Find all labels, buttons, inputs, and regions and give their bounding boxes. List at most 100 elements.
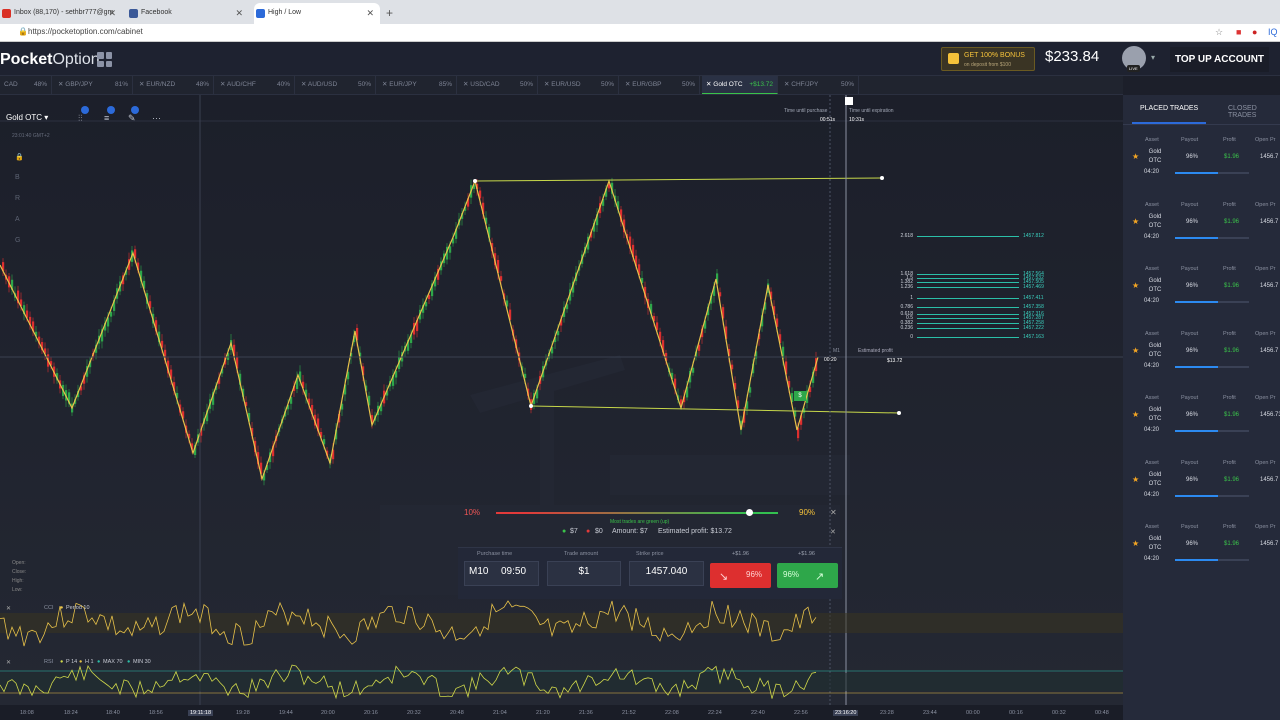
side-tool-g[interactable]: G (15, 237, 20, 244)
close-icon[interactable]: ✕ (366, 8, 374, 19)
logo-thin: Option (52, 51, 100, 68)
fib-line[interactable] (917, 314, 1019, 315)
drawing-tools-icon[interactable]: ✎ (128, 106, 139, 124)
star-icon[interactable]: ☆ (1215, 27, 1223, 38)
purchase-time-field[interactable]: M10 09:50 (464, 561, 539, 586)
fib-line[interactable] (917, 328, 1019, 329)
top-up-button[interactable]: TOP UP ACCOUNT (1170, 47, 1269, 72)
fib-line[interactable] (917, 282, 1019, 283)
url-text[interactable]: https://pocketoption.com/cabinet (28, 27, 143, 36)
asset-tab-active[interactable]: ✕ Gold OTC +$13.72 (702, 76, 778, 94)
star-icon[interactable]: ★ (1132, 410, 1139, 419)
placed-trade-row[interactable]: Asset Payout Profit Open Pr ★ Gold OTC 04:20 96… (1123, 264, 1280, 328)
arrow-up-icon: ↗ (815, 571, 825, 583)
asset-tab[interactable]: ✕ AUD/USD 50% (297, 76, 376, 94)
extension-icon[interactable]: ■ (1236, 27, 1241, 37)
grid-menu-icon[interactable] (97, 52, 112, 67)
browser-tab-title: Inbox (88,170) - sethbr777@gm (14, 9, 114, 16)
buy-up-button[interactable]: 96% ↗ (777, 563, 838, 588)
fib-line[interactable] (917, 287, 1019, 288)
fib-line[interactable] (917, 236, 1019, 237)
trade-progress-fill (1175, 172, 1218, 174)
bonus-button[interactable]: GET 100% BONUS on deposit from $100 (941, 47, 1035, 71)
indicator-param: H 1 (85, 659, 94, 665)
asset-tab-name: Gold OTC (713, 81, 743, 88)
side-tool-r[interactable]: R (15, 195, 20, 202)
trade-duration: 04:20 (1144, 362, 1160, 369)
trade-header: Asset (1145, 266, 1159, 272)
logo[interactable]: PocketOption (0, 51, 100, 69)
time-value[interactable]: 09:50 (501, 566, 526, 577)
fib-line[interactable] (917, 323, 1019, 324)
extension-iq-icon[interactable]: IQ (1268, 27, 1278, 37)
asset-tab[interactable]: CAD 48% (0, 76, 52, 94)
trade-marker[interactable]: $ (794, 391, 806, 401)
address-bar[interactable]: 🔒 https://pocketoption.com/cabinet ☆ ■ ●… (0, 24, 1280, 42)
fib-line[interactable] (917, 318, 1019, 319)
time-tick: 21:20 (536, 710, 550, 716)
lock-icon[interactable]: 🔒 (15, 153, 24, 161)
amount-value[interactable]: $1 (548, 566, 620, 577)
strike-value[interactable]: 1457.040 (630, 566, 703, 577)
close-icon[interactable]: ✕ (830, 508, 837, 517)
tab-placed-trades[interactable]: PLACED TRADES (1131, 105, 1207, 124)
placed-trade-row[interactable]: Asset Payout Profit Open Pr ★ Gold OTC 04:20 96… (1123, 329, 1280, 393)
asset-tab[interactable]: ✕ USD/CAD 50% (459, 76, 538, 94)
avatar[interactable]: LIVE (1122, 46, 1146, 72)
asset-tab[interactable]: ✕ AUD/CHF 40% (216, 76, 295, 94)
asset-tab[interactable]: ✕ EUR/GBP 50% (621, 76, 700, 94)
asset-tab[interactable]: ✕ EUR/JPY 85% (378, 76, 457, 94)
browser-tab-highlow[interactable]: High / Low ✕ (254, 3, 380, 24)
star-icon[interactable]: ★ (1132, 281, 1139, 290)
close-icon[interactable]: ✕ (6, 605, 11, 612)
close-icon[interactable]: ✕ (6, 659, 11, 666)
close-icon[interactable]: ✕ (108, 8, 116, 19)
side-tool-b[interactable]: B (15, 174, 20, 181)
asset-tab-payout: +$13.72 (749, 81, 773, 88)
fib-line[interactable] (917, 307, 1019, 308)
pinterest-icon[interactable]: ● (1252, 27, 1257, 37)
star-icon[interactable]: ★ (1132, 539, 1139, 548)
fib-line[interactable] (917, 298, 1019, 299)
star-icon[interactable]: ★ (1132, 152, 1139, 161)
placed-trade-row[interactable]: Asset Payout Profit Open Pr ★ Gold OTC 04:20 96… (1123, 200, 1280, 264)
browser-tab-gmail[interactable]: Inbox (88,170) - sethbr777@gm ✕ (0, 3, 122, 24)
fib-line[interactable] (917, 278, 1019, 279)
star-icon[interactable]: ★ (1132, 475, 1139, 484)
timeframe-value[interactable]: M10 (469, 566, 488, 577)
close-icon[interactable]: ✕ (830, 528, 836, 536)
asset-selector[interactable]: Gold OTC ▾ (6, 113, 48, 122)
browser-tab-facebook[interactable]: Facebook ✕ (127, 3, 249, 24)
star-icon[interactable]: ★ (1132, 217, 1139, 226)
chart-type-icon[interactable]: ⫶⫶ (78, 106, 89, 124)
asset-tab[interactable]: ✕ GBP/JPY 81% (54, 76, 133, 94)
trade-header: Open Pr (1255, 524, 1276, 530)
placed-trade-row[interactable]: Asset Payout Profit Open Pr ★ Gold OTC 04:20 96… (1123, 393, 1280, 457)
star-icon[interactable]: ★ (1132, 346, 1139, 355)
asset-tab[interactable]: ✕ EUR/NZD 48% (135, 76, 214, 94)
indicators-icon[interactable]: ≡ (104, 106, 115, 123)
fib-price: 1457.812 (1023, 233, 1044, 239)
trade-amount-field[interactable]: $1 (547, 561, 621, 586)
trade-asset: Gold OTC (1148, 536, 1162, 551)
placed-trade-row[interactable]: Asset Payout Profit Open Pr ★ Gold OTC 04:20 96… (1123, 522, 1280, 586)
close-icon[interactable]: ✕ (235, 8, 243, 19)
side-tool-a[interactable]: A (15, 216, 20, 223)
trade-payout: 96% (1186, 347, 1199, 354)
asset-tab[interactable]: ✕ CHF/JPY 50% (780, 76, 859, 94)
placed-trade-row[interactable]: Asset Payout Profit Open Pr ★ Gold OTC 04:20 96… (1123, 135, 1280, 199)
fib-line[interactable] (917, 274, 1019, 275)
chart-area[interactable]: Gold OTC ▾ ⫶⫶ ≡ ✎ ··· 23:01:40 GMT+2 🔒 B… (0, 95, 1123, 705)
tab-closed-trades[interactable]: CLOSED TRADES (1228, 105, 1280, 119)
purchase-time-label: Purchase time (477, 551, 513, 557)
more-icon[interactable]: ··· (152, 113, 161, 123)
asset-tab[interactable]: ✕ EUR/USD 50% (540, 76, 619, 94)
timezone-label: 23:01:40 GMT+2 (12, 133, 50, 139)
trade-profit: $1.96 (1224, 412, 1240, 418)
strike-price-field[interactable]: 1457.040 (629, 561, 704, 586)
placed-trade-row[interactable]: Asset Payout Profit Open Pr ★ Gold OTC 04:20 96… (1123, 458, 1280, 522)
chevron-down-icon[interactable]: ▾ (1151, 53, 1155, 62)
fib-line[interactable] (917, 337, 1019, 338)
new-tab-icon[interactable]: + (386, 6, 393, 20)
sell-down-button[interactable]: ↘ 96% (710, 563, 771, 588)
